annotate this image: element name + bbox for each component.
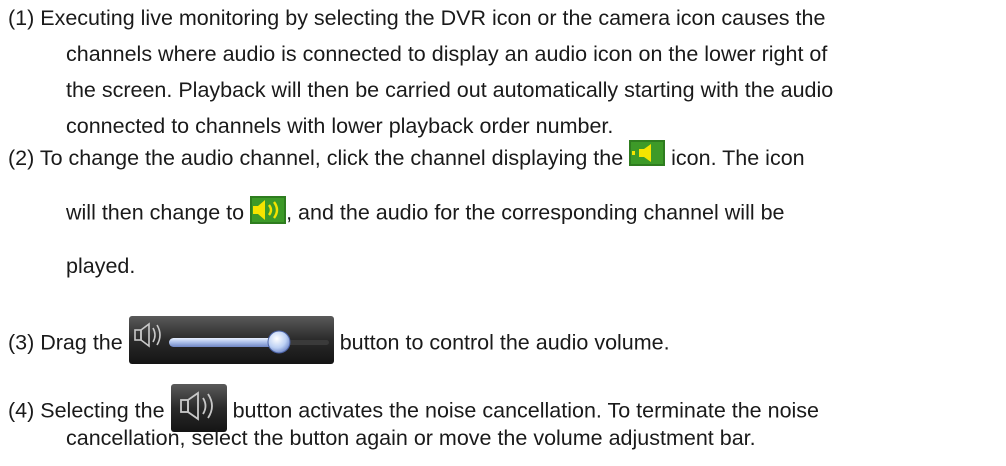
item-4-line-1-text-b: button activates the noise cancellation.… xyxy=(232,398,820,423)
item-2-line-1: (2) To change the audio channel, click t… xyxy=(8,140,805,172)
item-4-line-1-text-a: (4) Selecting the xyxy=(8,398,165,423)
item-3-line-1: (3) Drag the button to control the audio… xyxy=(8,316,670,368)
item-3-text-a: (3) Drag the xyxy=(8,330,123,355)
volume-slider[interactable] xyxy=(128,316,334,364)
item-4-line-2: cancellation, select the button again or… xyxy=(66,426,756,450)
item-1-line-4: connected to channels with lower playbac… xyxy=(66,114,614,138)
speaker-playing-icon xyxy=(250,196,287,224)
item-1-line-3: the screen. Playback will then be carrie… xyxy=(66,78,834,102)
item-2-line-2-text-b: , and the audio for the corresponding ch… xyxy=(286,200,785,225)
item-3-text-b: button to control the audio volume. xyxy=(339,330,670,355)
noise-cancel-speaker-icon[interactable] xyxy=(170,384,227,432)
item-2-line-2: will then change to , and the audio for … xyxy=(66,196,785,228)
item-2-line-1-text-a: (2) To change the audio channel, click t… xyxy=(8,146,624,170)
item-1-line-1: (1) Executing live monitoring by selecti… xyxy=(8,6,826,30)
item-2-line-3: played. xyxy=(66,254,136,278)
item-1-line-2: channels where audio is connected to dis… xyxy=(66,42,828,66)
item-2-line-1-text-b: icon. The icon xyxy=(671,146,805,170)
item-2-line-2-text-a: will then change to xyxy=(66,200,245,225)
speaker-icon xyxy=(629,140,666,167)
